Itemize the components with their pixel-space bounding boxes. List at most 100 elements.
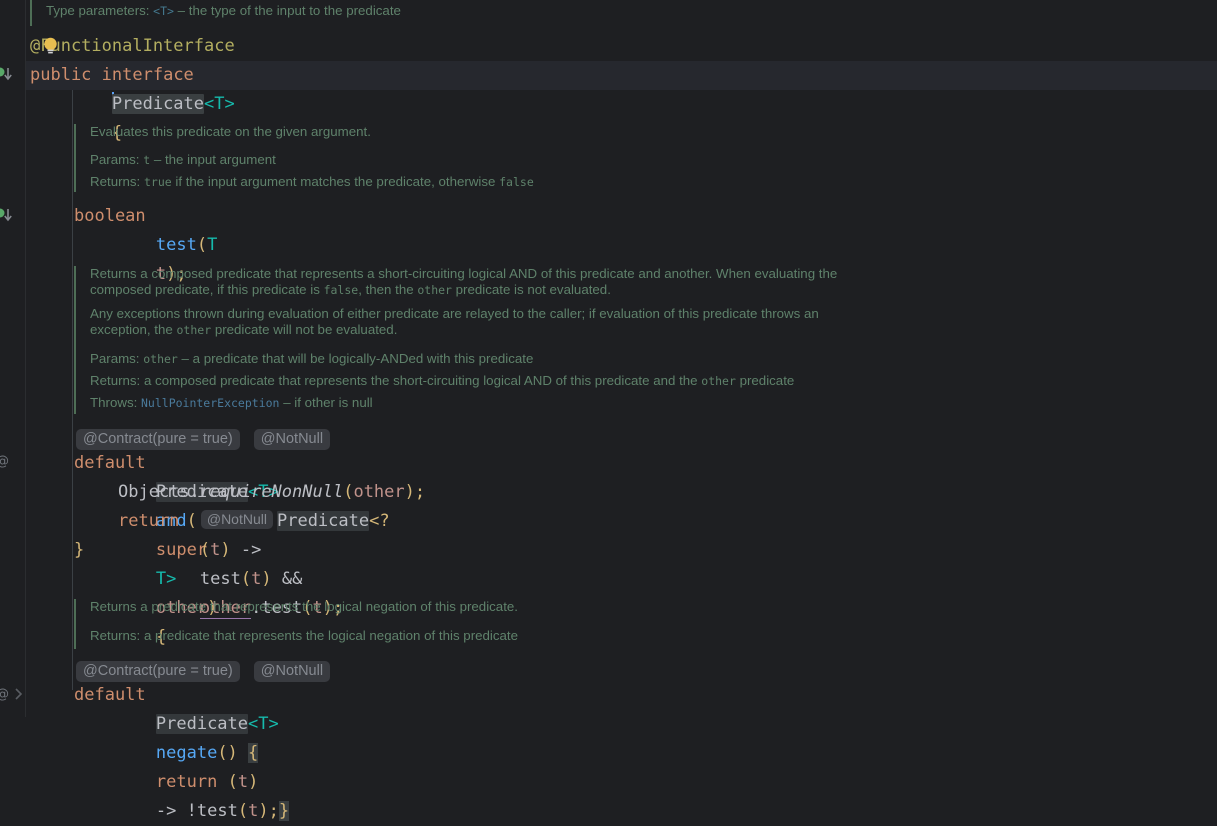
javadoc-returns-true: true [143,175,172,189]
call-test[interactable]: test [200,569,241,589]
implemented-method-icon[interactable] [0,66,14,84]
code-line-negate-signature[interactable]: default Predicate<T> negate() { return (… [0,681,1217,821]
contract-hint-pill[interactable]: @Contract(pure = true) [76,660,240,682]
code-line-and-close[interactable]: } [0,536,1217,565]
class-objects[interactable]: Objects [118,482,190,502]
javadoc-throws-desc: – if other is null [283,395,373,410]
code-line-annotation[interactable]: @FunctionalInterface [0,32,1217,61]
javadoc-and-method: Returns a composed predicate that repres… [74,266,870,414]
javadoc-p2-b: predicate will not be evaluated. [211,322,398,337]
javadoc-param-name: other [143,352,178,366]
javadoc-returns-false: false [499,175,534,189]
javadoc-returns-mid: if the input argument matches the predic… [175,174,496,189]
inlay-hints-and[interactable]: @Contract(pure = true) @NotNull [76,428,331,450]
code-line-interface-declaration[interactable]: public interface Predicate<T> { [0,61,1217,143]
javadoc-tag-row: Type parameters: <T> – the type of the i… [46,0,401,22]
keyword-return: return [155,772,218,792]
javadoc-params-label: Params: [90,351,140,366]
intention-lightbulb-icon[interactable] [42,36,59,60]
javadoc-p1-code-false: false [323,283,359,297]
javadoc-paragraph-2: Any exceptions thrown during evaluation … [90,306,850,338]
keyword-boolean: boolean [74,206,146,226]
javadoc-params-row: Params: t – the input argument [90,149,534,171]
contract-hint-pill[interactable]: @Contract(pure = true) [76,428,240,450]
javadoc-returns-label: Returns: [90,373,141,388]
keyword-default: default [74,685,146,705]
return-type-predicate[interactable]: Predicate [155,714,249,734]
notnull-hint-pill[interactable]: @NotNull [253,428,331,450]
folded-open-brace[interactable]: { [248,743,259,763]
method-require-non-null[interactable]: requireNonNull [200,482,343,502]
javadoc-left-bar [74,266,76,414]
javadoc-returns-b: predicate [735,373,795,388]
javadoc-p2-code-other: other [176,323,212,337]
javadoc-returns-code: other [701,374,736,388]
javadoc-param-name: t [143,153,151,167]
javadoc-left-bar [74,124,76,192]
javadoc-p1-c: predicate is not evaluated. [451,282,611,297]
javadoc-returns-label: Returns: [90,174,141,189]
javadoc-tag-label: Type parameters: [46,3,150,18]
javadoc-summary: Evaluates this predicate on the given ar… [90,124,371,139]
require-non-null-statement[interactable]: Objects.requireNonNull(other); [118,478,425,507]
javadoc-tag-code: <T> [153,4,174,18]
code-line-test-method[interactable]: boolean test(T t); [0,202,1217,284]
dot-operator: . [189,482,200,502]
javadoc-params-row: Params: other – a predicate that will be… [90,348,870,370]
interface-name[interactable]: Predicate [111,94,205,114]
type-parameter: <T> [204,94,235,114]
call-test[interactable]: test [197,801,238,821]
annotation-marker-icon[interactable]: @ [0,452,13,470]
javadoc-throws-label: Throws: [90,395,138,410]
code-line-and-signature[interactable]: default Predicate<T> and(@NotNull Predica… [0,449,1217,647]
open-paren: ( [343,482,354,502]
javadoc-p1-b: , then the [358,282,418,297]
keyword-return: return [118,511,180,531]
parens: () [217,743,238,763]
code-surface[interactable]: Type parameters: <T> – the type of the i… [0,0,1217,821]
method-name-negate[interactable]: negate [156,743,217,763]
close-paren-semicolon: ); [404,482,426,502]
javadoc-paragraph-1: Returns a composed predicate that repres… [90,266,870,298]
code-fold-chevron-icon[interactable] [12,685,30,703]
javadoc-returns-label: Returns: [90,628,141,643]
javadoc-negate-method: Returns a predicate that represents the … [74,599,518,649]
return-type-generic: <T> [248,714,279,734]
indent-guide [72,90,73,690]
javadoc-summary: Returns a predicate that represents the … [90,599,518,614]
javadoc-type-parameters: Type parameters: <T> – the type of the i… [30,0,401,26]
notnull-hint-pill[interactable]: @NotNull [253,660,331,682]
implemented-method-icon[interactable] [0,207,14,225]
javadoc-params-label: Params: [90,152,140,167]
javadoc-left-bar [74,599,76,649]
keyword-default: default [74,453,146,473]
code-editor[interactable]: @ @ Type parameters: <T> – the type of t… [0,0,1217,821]
negate-method-signature[interactable]: default Predicate<T> negate() { return (… [74,681,290,826]
javadoc-test-method: Evaluates this predicate on the given ar… [74,124,534,193]
javadoc-returns-a: a composed predicate that represents the… [143,373,702,388]
code-line-require-non-null[interactable]: Objects.requireNonNull(other); [0,478,1217,507]
param-type-T: T [207,235,218,255]
javadoc-param-desc: – the input argument [153,152,276,167]
code-line-and-return[interactable]: return (t) -> test(t) && other.test(t); [0,507,1217,619]
inlay-hints-negate[interactable]: @Contract(pure = true) @NotNull [76,660,331,682]
javadoc-throws-type[interactable]: NullPointerException [141,396,279,410]
keyword-interface: interface [101,65,194,85]
javadoc-returns-row: Returns: a predicate that represents the… [90,625,518,646]
javadoc-param-desc: – a predicate that will be logically-AND… [181,351,534,366]
javadoc-tag-desc: – the type of the input to the predicate [177,3,401,18]
javadoc-returns-row: Returns: true if the input argument matc… [90,171,534,193]
method-name-test[interactable]: test [156,235,197,255]
javadoc-left-bar [30,0,32,26]
javadoc-returns-desc: a predicate that represents the logical … [143,628,518,643]
keyword-public: public [30,65,92,85]
javadoc-returns-row: Returns: a composed predicate that repre… [90,370,870,392]
javadoc-p1-code-other: other [417,283,452,297]
folded-close-brace[interactable]: } [278,801,290,821]
functional-interface-annotation[interactable]: @FunctionalInterface [30,32,235,61]
svg-text:@: @ [0,687,9,702]
close-brace: } [74,540,85,560]
arg-other: other [353,482,405,502]
javadoc-throws-row: Throws: NullPointerException – if other … [90,392,870,414]
editor-gutter[interactable] [0,0,25,717]
